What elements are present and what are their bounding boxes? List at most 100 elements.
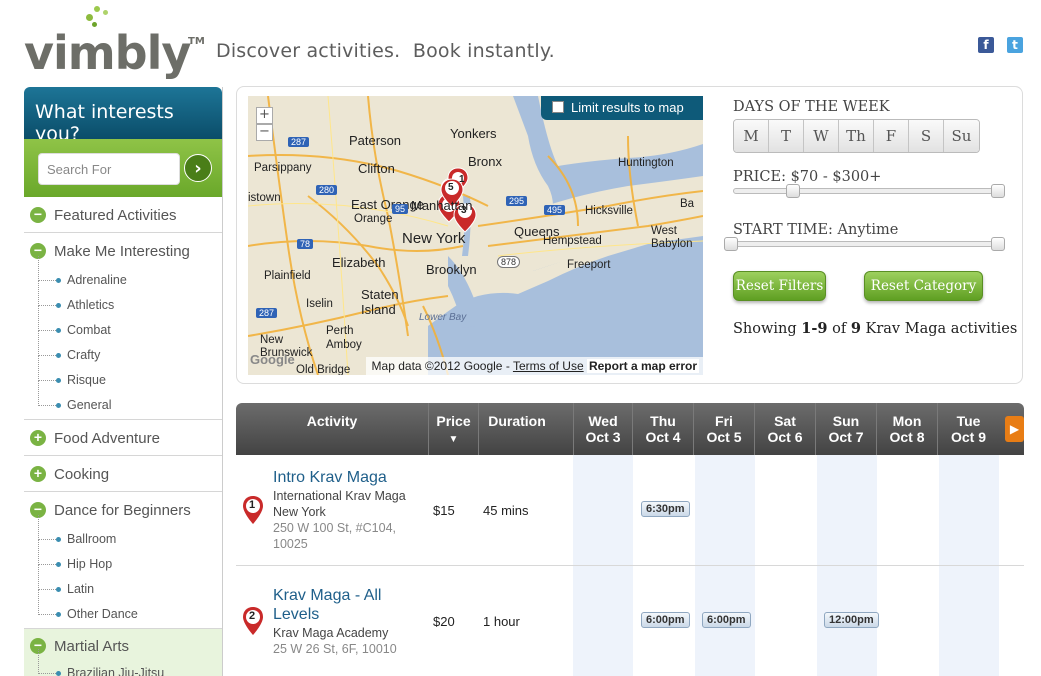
column-day[interactable]: Thu Oct 4 — [633, 403, 694, 455]
map[interactable]: 1 5 3 Yonkers Paterson Bronx Huntington … — [248, 96, 703, 375]
day-date: Oct 5 — [706, 429, 742, 445]
terms-of-use-link[interactable]: Terms of Use — [513, 359, 584, 373]
subcategory-combat[interactable]: Combat — [24, 306, 222, 344]
activity-title-link[interactable]: Intro Krav Maga — [273, 468, 387, 487]
category-martial-arts[interactable]: − Martial Arts — [24, 629, 222, 662]
timeslot-button[interactable]: 6:00pm — [702, 612, 751, 628]
day-button-mon[interactable]: M — [734, 120, 769, 152]
sort-desc-icon[interactable]: ▼ — [449, 434, 459, 445]
price-min-handle[interactable] — [786, 184, 800, 198]
category-label: Martial Arts — [54, 638, 130, 655]
price-max-handle[interactable] — [991, 184, 1005, 198]
price-slider-track[interactable] — [733, 188, 1004, 194]
map-pin-label: 5 — [448, 182, 454, 193]
map-label: Old Bridge — [296, 364, 351, 375]
subcategory-list: Brazilian Jiu-Jitsu — [24, 649, 222, 676]
bullet-icon — [56, 587, 61, 592]
map-label: Paterson — [349, 133, 402, 148]
category-cooking[interactable]: + Cooking — [24, 456, 222, 492]
category-food-adventure[interactable]: + Food Adventure — [24, 420, 222, 456]
subcategory-adrenaline[interactable]: Adrenaline — [24, 256, 222, 294]
facebook-icon[interactable]: f — [978, 37, 994, 53]
column-activity[interactable]: Activity — [236, 403, 429, 455]
results-summary: Showing 1-9 of 9 Krav Maga activities — [733, 320, 1017, 337]
days-of-week-label: DAYS OF THE WEEK — [733, 99, 890, 115]
map-label: Iselin — [306, 298, 333, 310]
report-map-error-link[interactable]: Report a map error — [586, 359, 699, 373]
activity-organizer[interactable]: Krav Maga Academy — [273, 625, 388, 641]
category-label: Featured Activities — [54, 207, 177, 224]
activity-zip: 10025 — [273, 537, 308, 551]
road-shield: 495 — [544, 205, 566, 215]
activity-title-line: Krav Maga - All — [273, 587, 382, 604]
reset-filters-button[interactable]: Reset Filters — [733, 271, 826, 301]
category-dance-for-beginners[interactable]: − Dance for Beginners — [24, 492, 222, 528]
road-shield: 78 — [297, 239, 314, 249]
day-button-sun[interactable]: Su — [944, 120, 979, 152]
reset-category-button[interactable]: Reset Category — [864, 271, 983, 301]
day-date: Oct 8 — [889, 429, 925, 445]
day-button-tue[interactable]: T — [769, 120, 804, 152]
twitter-icon[interactable]: t — [1007, 37, 1023, 53]
day-button-fri[interactable]: F — [874, 120, 909, 152]
activity-title-link[interactable]: Krav Maga - All Levels — [273, 586, 381, 624]
start-time-min-handle[interactable] — [724, 237, 738, 251]
results-text: Krav Maga activities — [860, 321, 1018, 337]
day-name: Wed — [588, 413, 618, 429]
map-label: Brooklyn — [426, 262, 477, 277]
column-price[interactable]: Price ▼ — [429, 403, 479, 455]
logo-text: vimbly — [24, 26, 191, 80]
zoom-out-button[interactable]: − — [256, 124, 273, 141]
timeslot-button[interactable]: 6:00pm — [641, 612, 690, 628]
limit-results-toggle[interactable]: Limit results to map — [541, 96, 703, 120]
day-date: Oct 9 — [950, 429, 986, 445]
google-logo: Google — [250, 352, 295, 367]
category-featured-activities[interactable]: − Featured Activities — [24, 197, 222, 233]
column-day[interactable]: Fri Oct 5 — [694, 403, 755, 455]
start-time-max-handle[interactable] — [991, 237, 1005, 251]
expand-icon[interactable]: + — [30, 466, 46, 482]
results-table-header: Activity Price ▼ Duration Wed Oct 3 Thu Oc… — [236, 403, 1024, 455]
vimbly-logo[interactable]: vimbly TM — [24, 4, 205, 84]
collapse-icon[interactable]: − — [30, 207, 46, 223]
search-input[interactable]: Search For — [38, 153, 180, 185]
expand-icon[interactable]: + — [30, 430, 46, 446]
column-day[interactable]: Mon Oct 8 — [877, 403, 938, 455]
limit-results-checkbox[interactable] — [552, 101, 564, 113]
road-shield: 287 — [288, 137, 310, 147]
timeslot-button[interactable]: 12:00pm — [824, 612, 879, 628]
subcategory-risque[interactable]: Risque — [24, 356, 222, 394]
road-shield: 878 — [497, 256, 521, 268]
activity-city: New York — [273, 505, 326, 519]
activity-organizer[interactable]: International Krav Maga — [273, 488, 406, 504]
subcategory-latin[interactable]: Latin — [24, 565, 222, 603]
start-time-slider-track[interactable] — [733, 241, 1004, 247]
subcategory-general[interactable]: General — [24, 381, 222, 419]
day-button-thu[interactable]: Th — [839, 120, 874, 152]
day-name: Mon — [892, 413, 922, 429]
timeslot-button[interactable]: 6:30pm — [641, 501, 690, 517]
map-label: Plainfield — [264, 270, 311, 282]
subcategory-crafty[interactable]: Crafty — [24, 331, 222, 369]
map-label: Manhattan — [411, 198, 473, 213]
column-duration[interactable]: Duration — [479, 403, 555, 455]
category-make-me-interesting[interactable]: − Make Me Interesting — [24, 233, 222, 269]
subcategory-hip-hop[interactable]: Hip Hop — [24, 540, 222, 578]
activity-title-line: Levels — [273, 606, 320, 623]
category-label: Cooking — [54, 466, 110, 483]
subcategory-ballroom[interactable]: Ballroom — [24, 515, 222, 553]
day-button-sat[interactable]: S — [909, 120, 944, 152]
column-day[interactable]: Wed Oct 3 — [573, 403, 633, 455]
day-name: Fri — [715, 413, 733, 429]
column-day[interactable]: Sat Oct 6 — [755, 403, 816, 455]
zoom-in-button[interactable]: + — [256, 107, 273, 124]
next-week-button[interactable]: ▶ — [1005, 416, 1024, 442]
column-day[interactable]: Tue Oct 9 — [938, 403, 999, 455]
day-button-wed[interactable]: W — [804, 120, 839, 152]
subcategory-athletics[interactable]: Athletics — [24, 281, 222, 319]
column-day[interactable]: Sun Oct 7 — [816, 403, 877, 455]
subcategory-other-dance[interactable]: Other Dance — [24, 590, 222, 628]
subcategory-brazilian-jiu-jitsu[interactable]: Brazilian Jiu-Jitsu — [24, 649, 222, 676]
search-go-button[interactable]: › — [184, 154, 212, 182]
map-label: Elizabeth — [332, 255, 386, 270]
